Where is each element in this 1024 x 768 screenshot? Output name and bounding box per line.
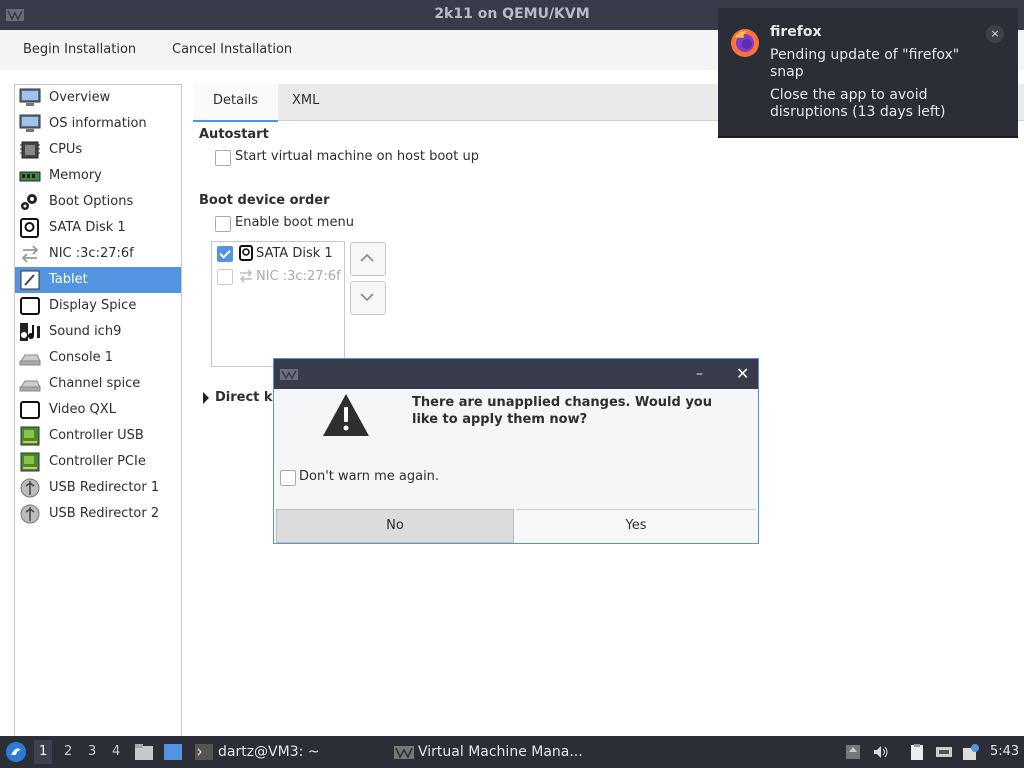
console-icon (19, 354, 41, 366)
boot-device-sata-label: SATA Disk 1 (256, 246, 333, 261)
sound-icon (20, 323, 40, 341)
sidebar-item-video-qxl[interactable]: Video QXL (15, 397, 181, 423)
dont-warn-label: Don't warn me again. (299, 469, 440, 484)
hardware-sidebar: Overview OS information CPUs Memory Boot… (14, 84, 182, 738)
autostart-checkbox[interactable] (215, 150, 231, 166)
sidebar-item-controller-usb[interactable]: Controller USB (15, 423, 181, 449)
virt-manager-icon (394, 746, 414, 759)
direct-kernel-boot-expander[interactable]: Direct k (215, 390, 273, 405)
no-button[interactable]: No (276, 509, 514, 543)
volume-icon[interactable] (872, 743, 890, 761)
video-icon (20, 401, 40, 419)
sidebar-item-tablet[interactable]: Tablet (15, 267, 181, 293)
gear-icon (21, 194, 37, 210)
clock[interactable]: 5:43 (990, 744, 1019, 759)
boot-device-sata-checkbox[interactable] (217, 246, 233, 262)
controller-icon (20, 426, 40, 446)
expander-arrow-icon[interactable] (203, 392, 209, 404)
memory-icon (19, 171, 41, 182)
notification-app: firefox (770, 24, 822, 40)
dialog-minimize-button[interactable]: – (696, 366, 703, 382)
workspace-3[interactable]: 3 (88, 744, 96, 759)
taskbar: 1 2 3 4 dartz@VM3: ~ Virtual Machine Man… (0, 736, 1024, 768)
monitor-icon (19, 88, 41, 106)
chevron-up-icon (360, 253, 374, 262)
channel-icon (19, 380, 41, 392)
virt-manager-icon (280, 369, 298, 380)
cancel-installation-button[interactable]: Cancel Installation (172, 42, 292, 57)
updates-icon[interactable] (844, 743, 862, 761)
workspace-1[interactable]: 1 (34, 740, 53, 764)
boot-device-list: SATA Disk 1 NIC :3c:27:6f (211, 241, 345, 367)
move-down-button[interactable] (350, 281, 386, 315)
taskbar-virt-manager[interactable]: Virtual Machine Mana... (418, 744, 583, 760)
sidebar-item-channel-spice[interactable]: Channel spice (15, 371, 181, 397)
app-menu-icon[interactable] (5, 741, 27, 763)
boot-order-heading: Boot device order (199, 193, 330, 208)
display-icon (20, 297, 40, 315)
dialog-message: There are unapplied changes. Would you l… (412, 395, 712, 427)
sidebar-item-usb-redirector-2[interactable]: USB Redirector 2 (15, 501, 181, 527)
notification-body: Pending update of "firefox" snap (770, 47, 960, 80)
boot-device-nic-checkbox[interactable] (217, 269, 233, 285)
network-arrows-icon (239, 269, 253, 283)
autostart-label: Start virtual machine on host boot up (235, 149, 479, 164)
tab-details[interactable]: Details (193, 84, 279, 122)
sidebar-item-nic[interactable]: NIC :3c:27:6f (15, 241, 181, 267)
workspace-2[interactable]: 2 (64, 744, 72, 759)
monitor-icon (19, 114, 41, 132)
sidebar-item-console-1[interactable]: Console 1 (15, 345, 181, 371)
usb-icon (20, 478, 40, 498)
sidebar-item-os-information[interactable]: OS information (15, 111, 181, 137)
sidebar-item-memory[interactable]: Memory (15, 163, 181, 189)
usb-icon (20, 504, 40, 524)
network-arrows-icon (21, 245, 39, 263)
yes-button[interactable]: Yes (516, 509, 756, 542)
enable-boot-menu-label: Enable boot menu (235, 215, 354, 230)
file-manager-icon[interactable] (134, 742, 154, 762)
sidebar-item-cpus[interactable]: CPUs (15, 137, 181, 163)
dont-warn-checkbox[interactable] (280, 470, 296, 486)
firefox-icon (731, 29, 759, 57)
sidebar-item-usb-redirector-1[interactable]: USB Redirector 1 (15, 475, 181, 501)
unapplied-changes-dialog: – ✕ There are unapplied changes. Would y… (273, 358, 759, 544)
chevron-down-icon (360, 293, 374, 302)
notification-detail: Close the app to avoid disruptions (13 d… (770, 87, 946, 120)
disk-icon (20, 218, 39, 238)
boot-device-nic-label: NIC :3c:27:6f (256, 269, 341, 284)
sidebar-item-sata-disk-1[interactable]: SATA Disk 1 (15, 215, 181, 241)
disk-icon (239, 245, 253, 261)
warning-icon (323, 394, 369, 436)
cpu-icon (20, 141, 40, 159)
autostart-heading: Autostart (199, 127, 269, 142)
clipboard-icon[interactable] (908, 743, 926, 761)
controller-icon (20, 452, 40, 472)
enable-boot-menu-checkbox[interactable] (215, 216, 231, 232)
dialog-close-button[interactable]: ✕ (736, 364, 749, 383)
workspace-4[interactable]: 4 (112, 744, 120, 759)
move-up-button[interactable] (350, 242, 386, 276)
sidebar-item-controller-pcie[interactable]: Controller PCIe (15, 449, 181, 475)
tab-xml[interactable]: XML (272, 84, 339, 120)
terminal-icon (195, 744, 213, 760)
tablet-icon (20, 270, 40, 290)
desktop-icon[interactable] (163, 743, 183, 761)
notification-close-button[interactable]: × (986, 25, 1004, 43)
notifications-icon[interactable] (962, 743, 980, 761)
network-icon[interactable] (935, 743, 953, 761)
sidebar-item-sound[interactable]: Sound ich9 (15, 319, 181, 345)
dialog-titlebar: – ✕ (274, 359, 758, 389)
sidebar-item-overview[interactable]: Overview (15, 85, 181, 111)
sidebar-item-boot-options[interactable]: Boot Options (15, 189, 181, 215)
taskbar-terminal[interactable]: dartz@VM3: ~ (218, 744, 320, 760)
notification-popup: firefox Pending update of "firefox" snap… (718, 8, 1018, 138)
begin-installation-button[interactable]: Begin Installation (23, 42, 136, 57)
sidebar-item-display-spice[interactable]: Display Spice (15, 293, 181, 319)
